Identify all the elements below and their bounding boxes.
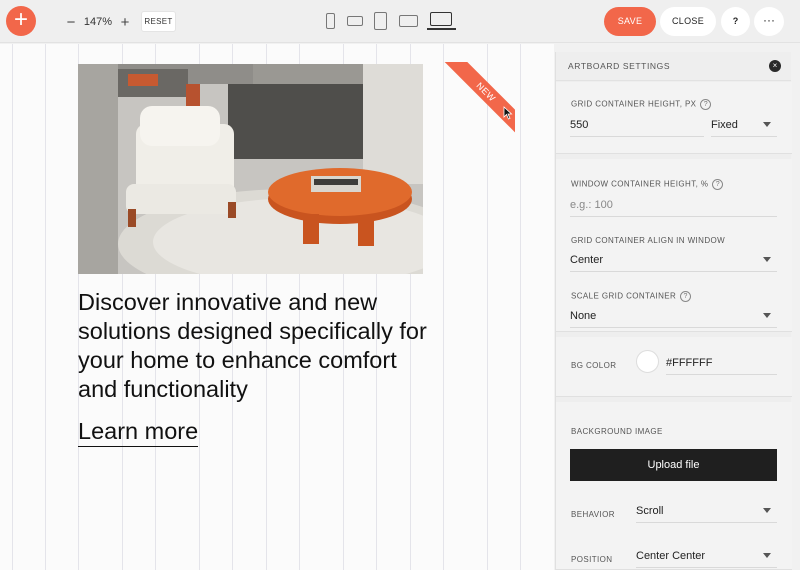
phone-landscape-icon[interactable]	[347, 16, 363, 26]
window-settings-section: WINDOW CONTAINER HEIGHT, %? e.g.: 100 GR…	[556, 159, 792, 332]
close-button[interactable]: CLOSE	[660, 7, 716, 36]
panel-title: ARTBOARD SETTINGS	[568, 61, 671, 71]
position-label: POSITION	[571, 555, 613, 564]
bg-image-section: BACKGROUND IMAGE Upload file BEHAVIOR Sc…	[556, 402, 792, 570]
add-button[interactable]: +	[6, 6, 36, 36]
grid-height-input[interactable]: 550	[570, 117, 704, 137]
grid-height-label: GRID CONTAINER HEIGHT, PX?	[571, 99, 712, 110]
cursor-icon	[503, 106, 513, 120]
window-height-label: WINDOW CONTAINER HEIGHT, %?	[571, 179, 724, 190]
reset-zoom-button[interactable]: RESET	[141, 11, 176, 32]
plus-icon: +	[13, 6, 28, 33]
top-toolbar: + − 147% + RESET SAVE CLOSE ? ···	[0, 0, 800, 43]
grid-column-line	[520, 44, 521, 570]
tablet-landscape-icon[interactable]	[399, 15, 418, 27]
zoom-out-button[interactable]: −	[64, 14, 78, 31]
behavior-value: Scroll	[636, 505, 664, 517]
grid-height-section: GRID CONTAINER HEIGHT, PX? 550 Fixed	[556, 82, 792, 154]
close-icon[interactable]: ×	[769, 60, 781, 72]
bg-color-label: BG COLOR	[571, 361, 617, 370]
zoom-level: 147%	[83, 16, 113, 28]
chevron-down-icon	[763, 553, 771, 558]
zoom-control: − 147% +	[64, 12, 132, 32]
window-height-input[interactable]: e.g.: 100	[570, 197, 777, 217]
bg-image-label: BACKGROUND IMAGE	[571, 427, 663, 436]
chevron-down-icon	[763, 508, 771, 513]
chevron-down-icon	[763, 257, 771, 262]
chevron-down-icon	[763, 122, 771, 127]
help-icon[interactable]: ?	[700, 99, 712, 110]
interior-illustration	[78, 64, 423, 274]
align-value: Center	[570, 254, 604, 266]
laptop-base	[427, 28, 456, 30]
artboard-settings-panel: ARTBOARD SETTINGS × GRID CONTAINER HEIGH…	[555, 52, 792, 570]
grid-column-line	[45, 44, 46, 570]
upload-file-button[interactable]: Upload file	[570, 449, 777, 481]
new-ribbon[interactable]: NEW	[443, 62, 515, 134]
bg-color-input[interactable]: #FFFFFF	[666, 355, 777, 375]
grid-height-mode-value: Fixed	[711, 119, 738, 131]
ribbon-label: NEW	[443, 62, 515, 134]
scale-label: SCALE GRID CONTAINER?	[571, 291, 692, 302]
tablet-icon[interactable]	[374, 12, 387, 30]
phone-icon[interactable]	[326, 13, 335, 29]
more-options-button[interactable]: ···	[754, 7, 784, 36]
position-select[interactable]: Center Center	[636, 548, 777, 568]
bg-color-section: BG COLOR #FFFFFF	[556, 337, 792, 397]
chevron-down-icon	[763, 313, 771, 318]
learn-more-link[interactable]: Learn more	[78, 418, 199, 447]
help-icon[interactable]: ?	[680, 291, 692, 302]
scale-select[interactable]: None	[570, 308, 777, 328]
scale-value: None	[570, 310, 597, 322]
grid-column-line	[12, 44, 13, 570]
behavior-label: BEHAVIOR	[571, 510, 615, 519]
behavior-select[interactable]: Scroll	[636, 503, 777, 523]
zoom-in-button[interactable]: +	[118, 14, 132, 31]
laptop-icon[interactable]	[430, 12, 452, 26]
help-icon[interactable]: ?	[712, 179, 724, 190]
artboard-canvas: Discover innovative and new solutions de…	[0, 44, 554, 570]
align-label: GRID CONTAINER ALIGN IN WINDOW	[571, 236, 726, 245]
save-button[interactable]: SAVE	[604, 7, 656, 36]
panel-header: ARTBOARD SETTINGS ×	[556, 52, 791, 81]
help-button[interactable]: ?	[721, 7, 750, 36]
hero-image[interactable]	[78, 64, 423, 274]
grid-height-mode-select[interactable]: Fixed	[711, 117, 777, 137]
position-value: Center Center	[636, 550, 706, 562]
headline-text[interactable]: Discover innovative and new solutions de…	[78, 288, 438, 404]
align-select[interactable]: Center	[570, 252, 777, 272]
color-swatch[interactable]	[636, 350, 659, 373]
